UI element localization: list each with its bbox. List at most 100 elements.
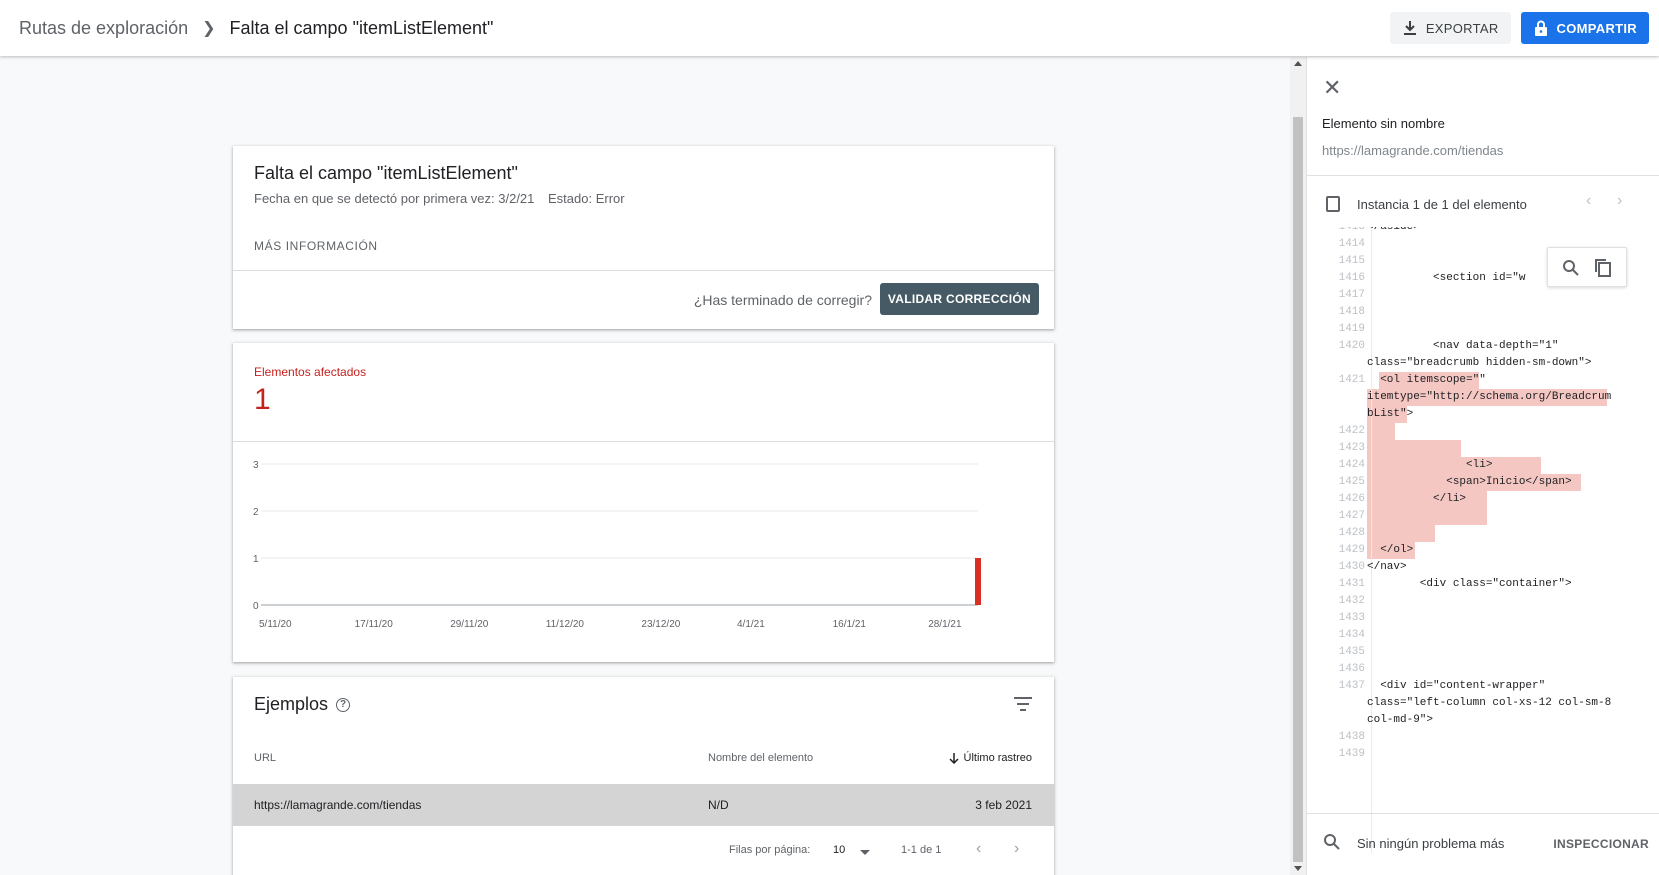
- affected-label: Elementos afectados: [254, 365, 367, 379]
- main-scrollbar[interactable]: [1290, 57, 1306, 875]
- line-number: 1420: [1338, 340, 1365, 352]
- top-bar: Rutas de exploración ❯ Falta el campo "i…: [0, 0, 1659, 56]
- code-toolbar: [1547, 247, 1627, 287]
- x-tick-label: 4/1/21: [737, 619, 765, 630]
- line-number: 1428: [1338, 527, 1365, 539]
- x-tick-label: 28/1/21: [928, 619, 962, 630]
- code-line: itemtype="http://schema.org/Breadcrum: [1367, 391, 1612, 403]
- code-viewer[interactable]: 1413 </aside> 1414 1415 1416 <section id="w 1…: [1307, 227, 1659, 853]
- element-name: Elemento sin nombre: [1322, 116, 1445, 131]
- line-number: 1422: [1338, 425, 1365, 437]
- instance-counter: Instancia 1 de 1 del elemento: [1357, 197, 1527, 212]
- code-line: <nav data-depth="1": [1367, 340, 1559, 352]
- col-header-last-crawl[interactable]: Último rastreo: [949, 752, 1032, 764]
- code-line: <li>: [1367, 459, 1493, 471]
- line-number: 1414: [1338, 238, 1365, 250]
- y-tick-label: 1: [253, 554, 259, 565]
- code-line: </aside>: [1367, 227, 1420, 233]
- next-page-icon[interactable]: ›: [1014, 840, 1019, 858]
- row-name: N/D: [708, 798, 729, 812]
- examples-title-text: Ejemplos: [254, 694, 329, 714]
- code-line: <div class="container">: [1367, 578, 1572, 590]
- y-tick-label: 2: [253, 507, 259, 518]
- code-highlight: [1367, 440, 1461, 457]
- code-line: <span>Inicio</span>: [1367, 476, 1572, 488]
- chart-bar[interactable]: [975, 558, 981, 605]
- line-number: 1436: [1338, 663, 1365, 675]
- line-number: 1431: [1338, 578, 1365, 590]
- filter-icon[interactable]: [1014, 697, 1032, 711]
- line-number: 1415: [1338, 255, 1365, 267]
- search-icon: [1324, 834, 1340, 850]
- affected-items-card: Elementos afectados 1 0 1 2 3 5/11/20 17/11/2…: [233, 343, 1054, 662]
- validate-fix-button[interactable]: VALIDAR CORRECCIÓN: [879, 283, 1039, 315]
- page-range: 1-1 de 1: [901, 844, 942, 856]
- prev-page-icon[interactable]: ‹: [976, 840, 981, 858]
- examples-card: Ejemplos ? URL Nombre del elemento Últim…: [233, 677, 1054, 875]
- inspect-document-icon: [1326, 196, 1340, 212]
- line-number: 1426: [1338, 493, 1365, 505]
- divider: [1307, 175, 1659, 176]
- code-line: <section id="w: [1367, 272, 1526, 284]
- line-number: 1439: [1338, 748, 1365, 760]
- col-header-last-crawl-label: Último rastreo: [963, 752, 1032, 764]
- element-url[interactable]: https://lamagrande.com/tiendas: [1322, 143, 1503, 158]
- line-number: 1427: [1338, 510, 1365, 522]
- issue-meta: Fecha en que se detectó por primera vez:…: [254, 191, 635, 206]
- code-line: <div id="content-wrapper": [1367, 680, 1546, 692]
- x-tick-label: 29/11/20: [450, 619, 489, 630]
- code-line: class="left-column col-xs-12 col-sm-8: [1367, 697, 1612, 709]
- divider: [1307, 813, 1659, 814]
- export-button[interactable]: EXPORTAR: [1389, 12, 1511, 44]
- close-icon[interactable]: ✕: [1323, 77, 1341, 99]
- share-label: COMPARTIR: [1556, 20, 1637, 36]
- code-highlight: [1367, 525, 1435, 542]
- line-number: 1419: [1338, 323, 1365, 335]
- search-icon[interactable]: [1562, 259, 1580, 277]
- line-number: 1423: [1338, 442, 1365, 454]
- issue-card: Falta el campo "itemListElement" Fecha e…: [233, 146, 1054, 329]
- affected-chart: 0 1 2 3 5/11/20 17/11/20 29/11/20 11/12/20 23/12…: [253, 460, 981, 630]
- breadcrumb-root[interactable]: Rutas de exploración: [19, 18, 188, 39]
- code-line: </li>: [1367, 493, 1467, 505]
- code-line: </ol>: [1367, 544, 1414, 556]
- share-button[interactable]: COMPARTIR: [1520, 12, 1649, 44]
- examples-title: Ejemplos ?: [254, 694, 351, 715]
- line-number: 1432: [1338, 595, 1365, 607]
- col-header-url[interactable]: URL: [254, 752, 276, 764]
- main-content: Falta el campo "itemListElement" Fecha e…: [0, 57, 1290, 875]
- prev-instance-icon[interactable]: ‹: [1586, 192, 1591, 210]
- gutter-divider: [1371, 227, 1372, 853]
- copy-icon[interactable]: [1594, 258, 1612, 278]
- next-instance-icon[interactable]: ›: [1617, 192, 1622, 210]
- scroll-down-icon[interactable]: [1294, 866, 1302, 871]
- code-line: col-md-9">: [1367, 714, 1434, 726]
- code-line: class="breadcrumb hidden-sm-down">: [1367, 357, 1592, 369]
- col-header-name[interactable]: Nombre del elemento: [708, 752, 813, 764]
- row-url[interactable]: https://lamagrande.com/tiendas: [254, 798, 421, 812]
- issue-title: Falta el campo "itemListElement": [254, 163, 518, 183]
- line-number: 1418: [1338, 306, 1365, 318]
- rows-per-page-label: Filas por página:: [729, 844, 811, 856]
- line-number: 1430: [1338, 561, 1365, 573]
- done-question: ¿Has terminado de corregir?: [693, 292, 872, 308]
- code-line: <ol itemscope="": [1367, 374, 1486, 386]
- scrollbar-thumb[interactable]: [1293, 117, 1303, 862]
- more-info-link[interactable]: MÁS INFORMACIÓN: [254, 239, 378, 253]
- help-icon[interactable]: ?: [336, 697, 351, 712]
- affected-count: 1: [254, 383, 271, 416]
- details-panel: ✕ Elemento sin nombre https://lamagrande…: [1306, 57, 1659, 875]
- rows-per-page-select[interactable]: 10: [833, 844, 845, 856]
- line-number: 1437: [1338, 680, 1365, 692]
- line-number: 1425: [1338, 476, 1365, 488]
- scroll-up-icon[interactable]: [1294, 61, 1302, 66]
- code-line: bList">: [1367, 408, 1414, 420]
- no-more-issues-text: Sin ningún problema más: [1357, 836, 1505, 851]
- inspect-button[interactable]: INSPECCIONAR: [1553, 837, 1649, 851]
- code-highlight: [1367, 508, 1487, 525]
- line-number: 1433: [1338, 612, 1365, 624]
- export-label: EXPORTAR: [1425, 20, 1499, 36]
- dropdown-arrow-icon[interactable]: [860, 850, 870, 855]
- download-icon: [1403, 21, 1416, 35]
- lock-icon: [1534, 20, 1547, 36]
